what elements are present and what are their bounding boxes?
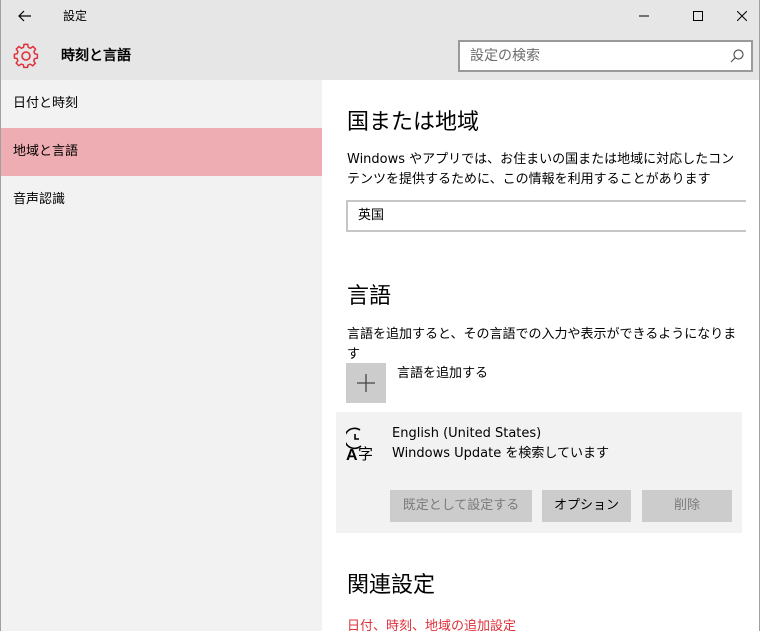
- back-button[interactable]: [1, 0, 49, 32]
- search-box[interactable]: [458, 40, 753, 72]
- search-input[interactable]: [460, 42, 720, 70]
- close-button[interactable]: [719, 0, 760, 32]
- language-status: Windows Update を検索しています: [392, 446, 609, 461]
- region-description: Windows やアプリでは、お住まいの国または地域に対応したコンテンツを提供す…: [347, 152, 735, 187]
- language-name: English (United States): [392, 426, 542, 441]
- minimize-button[interactable]: [621, 0, 667, 32]
- add-language-button[interactable]: [346, 363, 386, 403]
- sidebar: 日付と時刻 地域と言語 音声認識: [1, 80, 322, 631]
- search-icon[interactable]: [729, 48, 745, 64]
- title-bar: 設定: [1, 0, 759, 32]
- region-dropdown[interactable]: 英国: [346, 200, 746, 232]
- maximize-button[interactable]: [675, 0, 721, 32]
- minimize-icon: [639, 15, 649, 17]
- svg-text:字: 字: [358, 445, 373, 462]
- settings-window: 設定 時刻と言語 設定の検索 日付と時刻 地域と言語 音声認識 国または地域 W…: [0, 0, 760, 631]
- set-default-button[interactable]: 既定として設定する: [390, 490, 532, 522]
- options-button[interactable]: オプション: [542, 490, 631, 522]
- additional-date-time-region-link[interactable]: 日付、時刻、地域の追加設定: [347, 615, 516, 631]
- page-title: 時刻と言語: [61, 48, 131, 64]
- plus-icon: [357, 374, 375, 392]
- remove-button[interactable]: 削除: [642, 490, 732, 522]
- add-language-label[interactable]: 言語を追加する: [397, 363, 488, 385]
- back-arrow-icon: [18, 10, 31, 22]
- language-item-english-us[interactable]: A 字 English (United States) Windows Upda…: [336, 412, 742, 533]
- close-icon: [737, 11, 747, 21]
- sidebar-item-date-time[interactable]: 日付と時刻: [1, 80, 322, 128]
- page-header: 時刻と言語: [1, 32, 759, 80]
- region-heading: 国または地域: [347, 110, 480, 135]
- sidebar-item-speech[interactable]: 音声認識: [1, 176, 322, 224]
- maximize-icon: [693, 11, 703, 21]
- language-heading: 言語: [347, 284, 392, 309]
- language-description: 言語を追加すると、その言語での入力や表示ができるようになります: [347, 327, 737, 362]
- gear-icon: [13, 43, 39, 69]
- main-content: 国または地域 Windows やアプリでは、お住まいの国または地域に対応したコン…: [322, 80, 759, 631]
- related-settings-heading: 関連設定: [347, 573, 436, 598]
- svg-text:A: A: [346, 447, 358, 462]
- sidebar-item-region-language[interactable]: 地域と言語: [1, 128, 322, 176]
- language-icon: A 字: [346, 427, 373, 462]
- window-title: 設定: [63, 9, 88, 23]
